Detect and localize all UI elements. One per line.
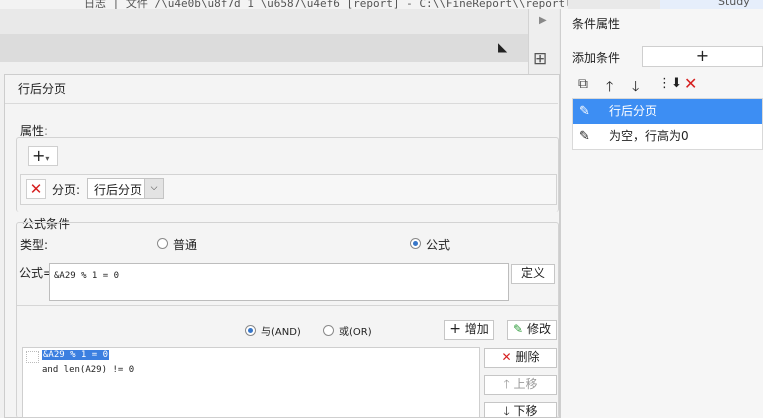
condition-attribute-tab-icon[interactable]: ⊞ (533, 49, 547, 69)
chevron-down-icon[interactable]: ⌵ (144, 179, 163, 198)
delete-expression-button[interactable]: ✕ 删除 (484, 348, 557, 368)
remove-attribute-button[interactable]: ✕ (26, 179, 46, 199)
arrow-up-icon[interactable]: 🡑 (606, 76, 613, 100)
condition-attribute-panel (560, 9, 763, 418)
condition-list: ✎ 行后分页 ✎ 为空，行高为0 (572, 98, 763, 150)
type-formula-label: 公式 (426, 238, 451, 252)
formula-input[interactable]: &A29 % 1 = 0 (49, 263, 509, 301)
collapse-arrow-icon[interactable]: ▶ (539, 15, 547, 26)
move-up-button[interactable]: 🡑 上移 (484, 375, 557, 395)
add-condition-button[interactable]: + (642, 46, 763, 67)
title-separator (5, 103, 558, 104)
edit-icon: ✎ (513, 322, 524, 336)
window-title-fragment: 日志 | 文件 /\u4e0b\u8f7d 1 \u6587\u4ef6 [re… (84, 0, 568, 9)
type-normal-radio[interactable] (157, 238, 168, 249)
format-painter-icon[interactable]: ◣ (498, 40, 507, 54)
logic-or-label: 或(OR) (339, 327, 372, 338)
right-title-strip: Study (660, 0, 763, 9)
sort-icon[interactable]: ⋮⬇ (658, 76, 682, 91)
logic-and-radio[interactable] (245, 325, 256, 336)
move-down-button[interactable]: 🡓 下移 (484, 402, 557, 418)
delete-icon[interactable]: ✕ (684, 74, 697, 93)
add-attribute-button[interactable]: +▾ (28, 146, 58, 166)
window-right-text: Study (718, 0, 750, 8)
formula-label: 公式= (19, 266, 54, 280)
arrow-down-icon: 🡓 (503, 404, 510, 418)
add-condition-label: 添加条件 (572, 51, 621, 65)
type-formula-radio[interactable] (410, 238, 421, 249)
define-button[interactable]: 定义 (511, 264, 555, 284)
type-label: 类型: (20, 238, 49, 252)
condition-item[interactable]: ✎ 为空，行高为0 (573, 124, 762, 149)
chevron-down-icon: ▾ (45, 154, 50, 163)
page-break-select-value: 行后分页 (94, 183, 143, 197)
pencil-icon: ✎ (579, 129, 590, 144)
arrow-down-icon[interactable]: 🡓 (632, 76, 639, 100)
toolbar: ◣ (0, 34, 528, 63)
delete-icon: ✕ (501, 350, 512, 364)
copy-icon[interactable]: ⧉ (578, 76, 588, 92)
tree-node-icon (26, 351, 39, 363)
move-up-label: 上移 (513, 377, 538, 391)
expression-item[interactable]: and len(A29) != 0 (42, 365, 134, 375)
page-label: 分页: (52, 183, 81, 197)
window-title-strip: 日志 | 文件 /\u4e0b\u8f7d 1 \u6587\u4ef6 [re… (0, 0, 568, 9)
delete-expression-label: 删除 (515, 350, 540, 364)
pencil-icon: ✎ (579, 104, 590, 119)
modify-expression-label: 修改 (526, 322, 551, 336)
modify-expression-button[interactable]: ✎ 修改 (507, 320, 557, 340)
expression-list[interactable]: &A29 % 1 = 0 and len(A29) != 0 (22, 347, 480, 418)
arrow-up-icon: 🡑 (503, 377, 510, 391)
condition-item-label: 行后分页 (609, 104, 658, 118)
section-divider (17, 305, 558, 306)
move-down-label: 下移 (513, 404, 538, 418)
page-break-select[interactable]: 行后分页 ⌵ (87, 178, 164, 199)
logic-and-label: 与(AND) (261, 327, 301, 338)
add-expression-label: 增加 (464, 322, 489, 336)
condition-item-label: 为空，行高为0 (609, 129, 689, 143)
plus-icon: + (32, 146, 46, 165)
plus-icon: + (449, 321, 461, 337)
dialog-title: 行后分页 (18, 82, 67, 96)
panel-title: 条件属性 (572, 17, 621, 31)
type-normal-label: 普通 (173, 238, 198, 252)
add-expression-button[interactable]: + 增加 (444, 320, 494, 340)
expression-item[interactable]: &A29 % 1 = 0 (42, 350, 110, 360)
condition-item[interactable]: ✎ 行后分页 (573, 99, 762, 124)
logic-or-radio[interactable] (323, 325, 334, 336)
condition-toolbar: ⧉ 🡑 🡓 ⋮⬇ ✕ (572, 74, 763, 98)
